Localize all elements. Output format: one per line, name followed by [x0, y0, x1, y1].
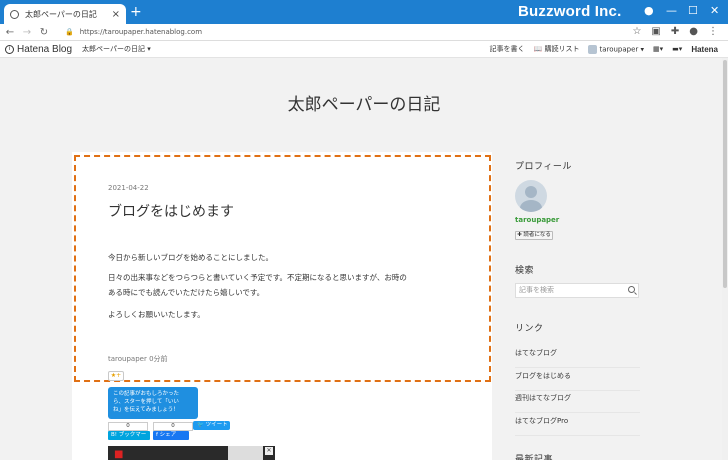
browser-titlebar: 太郎ペーパーの日記 × + Buzzword Inc. ● — ☐ ✕ — [0, 0, 728, 24]
sidebar-link[interactable]: はてなブログPro — [515, 413, 640, 436]
avatar-body-shape — [520, 200, 542, 212]
tab-close-icon[interactable]: × — [112, 9, 120, 20]
ad-image: ■ — [114, 449, 124, 460]
hatena-blog-logo[interactable]: i Hatena Blog — [5, 44, 72, 55]
avatar-head-shape — [525, 186, 537, 198]
notification-icon[interactable]: ▬▾ — [672, 45, 682, 53]
brand-watermark: Buzzword Inc. — [518, 3, 622, 20]
hatena-link[interactable]: Hatena — [691, 45, 718, 54]
account-icon[interactable]: ● — [689, 26, 698, 37]
reload-icon[interactable]: ↻ — [37, 27, 51, 38]
sidebar-link[interactable]: はてなブログ — [515, 345, 640, 368]
menu-icon[interactable]: ⋮ — [708, 26, 718, 37]
bookmark-star-icon[interactable]: ☆ — [632, 26, 641, 37]
ad-image-panel — [228, 446, 263, 460]
tooltip-line: ら、スターを押して「いい — [113, 399, 179, 405]
tweet-button[interactable]: 🐦 ツイート — [193, 421, 230, 430]
profile-heading: プロフィール — [515, 162, 572, 172]
bookmark-button[interactable]: B! ブックマーク — [108, 431, 150, 447]
blog-title[interactable]: 太郎ペーパーの日記 — [0, 90, 728, 115]
sidebar-link[interactable]: ブログをはじめる — [515, 368, 640, 391]
back-icon[interactable]: ← — [3, 27, 17, 38]
search-input[interactable]: 記事を検索 — [515, 283, 639, 298]
user-menu-label: taroupaper ▾ — [599, 45, 645, 53]
sidebar-link[interactable]: 週刊はてなブログ — [515, 390, 640, 413]
reading-list-link[interactable]: 📖 購読リスト — [534, 44, 580, 54]
tooltip-line: ね」を伝えてみましょう！ — [113, 407, 179, 413]
star-tooltip: この記事がおもしろかった ら、スターを押して「いい ね」を伝えてみましょう！ — [108, 387, 198, 419]
grid-menu-icon[interactable]: ▦▾ — [653, 45, 663, 53]
highlight-box — [74, 155, 491, 382]
tab-title: 太郎ペーパーの日記 — [25, 9, 97, 19]
logo-text: Hatena Blog — [17, 43, 73, 55]
extension-icon[interactable]: ▣ — [651, 26, 660, 37]
page-scrollbar[interactable] — [722, 58, 728, 460]
profile-username[interactable]: taroupaper — [515, 216, 559, 224]
scrollbar-thumb[interactable] — [723, 60, 727, 288]
favicon-icon — [10, 9, 19, 19]
user-menu[interactable]: taroupaper ▾ — [588, 44, 645, 54]
tooltip-line: この記事がおもしろかった — [113, 391, 180, 397]
blog-menu[interactable]: 太郎ペーパーの日記 ▾ — [82, 44, 151, 54]
bookmark-count: 0 — [108, 422, 148, 431]
hatena-global-header: i Hatena Blog 太郎ペーパーの日記 ▾ 記事を書く 📖 購読リスト … — [0, 41, 728, 58]
address-bar[interactable]: https://taroupaper.hatenablog.com — [80, 28, 202, 36]
close-window-icon[interactable]: ✕ — [710, 4, 719, 17]
ad-close-icon[interactable]: ✕ — [265, 447, 273, 455]
browser-tab[interactable]: 太郎ペーパーの日記 × — [4, 4, 126, 24]
write-entry-link[interactable]: 記事を書く — [490, 44, 525, 54]
maximize-icon[interactable]: ☐ — [688, 4, 698, 17]
hatena-mark-icon: i — [5, 44, 14, 54]
share-count: 0 — [153, 422, 193, 431]
search-heading: 検索 — [515, 266, 535, 276]
lock-icon[interactable]: 🔒 — [65, 28, 74, 36]
add-star-button[interactable]: ★+ — [108, 371, 124, 381]
new-tab-button[interactable]: + — [130, 5, 142, 19]
facebook-share-button[interactable]: f シェア — [153, 431, 189, 440]
puzzle-icon[interactable]: ✚ — [671, 26, 679, 37]
profile-avatar[interactable] — [515, 180, 547, 212]
reading-list-label: 購読リスト — [544, 45, 580, 53]
tweet-label: ツイート — [205, 422, 228, 428]
profile-dot-icon[interactable]: ● — [644, 4, 654, 17]
user-avatar — [588, 44, 598, 54]
browser-toolbar: ← → ↻ 🔒 https://taroupaper.hatenablog.co… — [0, 24, 728, 41]
recent-entries-heading: 最新記事 — [515, 455, 554, 460]
ad-thumbnail[interactable]: ■ ✕ — [108, 446, 275, 460]
search-icon[interactable] — [628, 286, 635, 293]
minimize-icon[interactable]: — — [666, 4, 677, 17]
links-heading: リンク — [515, 324, 544, 334]
follow-button[interactable]: ✚ 読者になる — [515, 231, 553, 240]
forward-icon[interactable]: → — [20, 27, 34, 38]
